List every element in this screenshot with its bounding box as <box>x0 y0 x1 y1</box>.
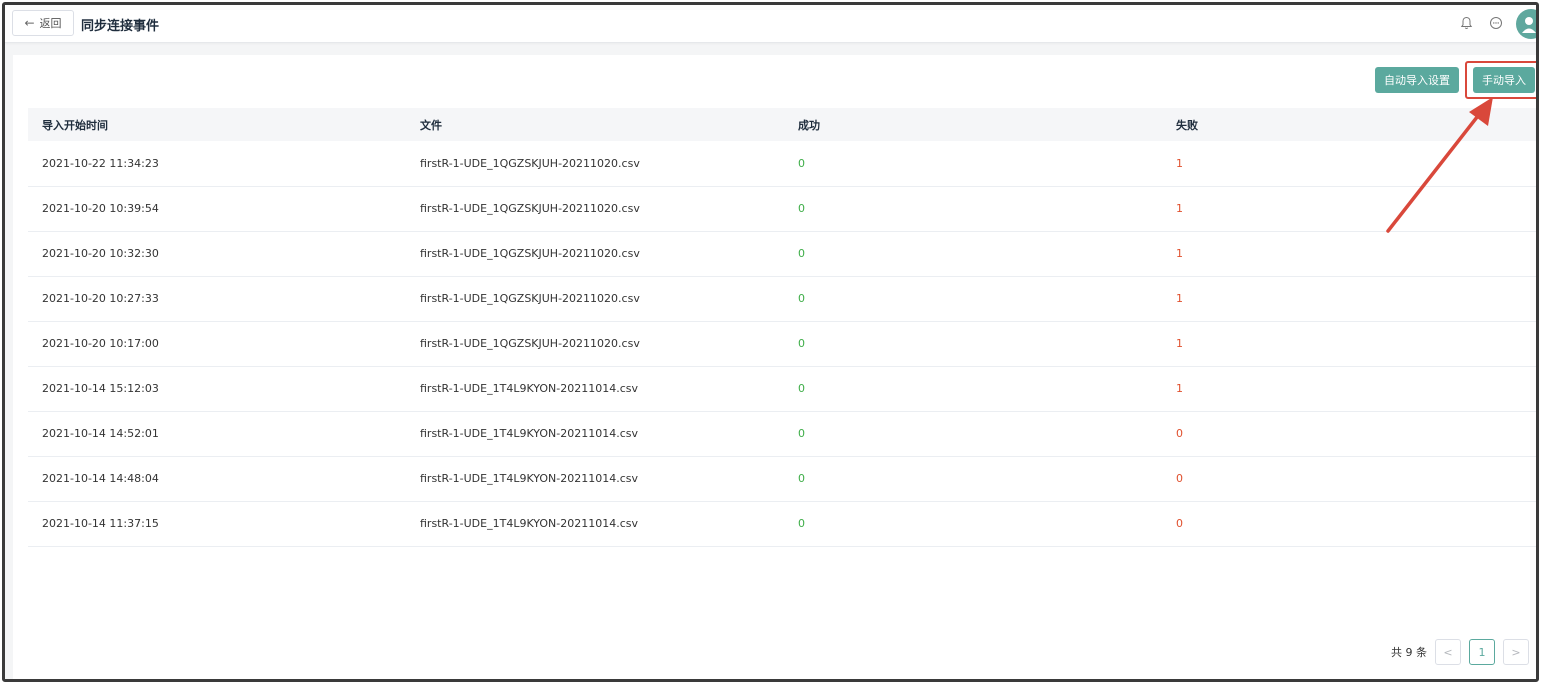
table-row: 2021-10-14 14:52:01 firstR-1-UDE_1T4L9KY… <box>28 411 1536 457</box>
cell-file: firstR-1-UDE_1QGZSKJUH-20211020.csv <box>406 321 784 367</box>
column-header-success: 成功 <box>784 108 1162 141</box>
next-page-button[interactable]: > <box>1503 639 1529 665</box>
table-row: 2021-10-14 15:12:03 firstR-1-UDE_1T4L9KY… <box>28 366 1536 412</box>
prev-page-button[interactable]: < <box>1435 639 1461 665</box>
cell-fail: 0 <box>1162 456 1536 502</box>
column-header-fail: 失败 <box>1162 108 1536 141</box>
cell-file: firstR-1-UDE_1T4L9KYON-20211014.csv <box>406 411 784 457</box>
cell-success: 0 <box>784 186 1162 232</box>
app-window: ← 返回 同步连接事件 自动导入设置 手动导入 导入开始时间 文件 成功 失败 … <box>2 2 1539 682</box>
cell-start-time: 2021-10-22 11:34:23 <box>28 141 406 187</box>
cell-fail: 1 <box>1162 276 1536 322</box>
column-header-file: 文件 <box>406 108 784 141</box>
cell-fail: 1 <box>1162 231 1536 277</box>
cell-success: 0 <box>784 501 1162 547</box>
cell-file: firstR-1-UDE_1QGZSKJUH-20211020.csv <box>406 141 784 187</box>
cell-start-time: 2021-10-20 10:27:33 <box>28 276 406 322</box>
cell-fail: 1 <box>1162 186 1536 232</box>
chat-bubble-icon[interactable] <box>1488 15 1504 31</box>
table-row: 2021-10-22 11:34:23 firstR-1-UDE_1QGZSKJ… <box>28 141 1536 187</box>
cell-file: firstR-1-UDE_1QGZSKJUH-20211020.csv <box>406 186 784 232</box>
cell-fail: 1 <box>1162 141 1536 187</box>
column-header-start-time: 导入开始时间 <box>28 108 406 141</box>
pagination: 共 9 条 < 1 > <box>1391 639 1529 665</box>
page-number-button[interactable]: 1 <box>1469 639 1495 665</box>
cell-fail: 0 <box>1162 501 1536 547</box>
table-row: 2021-10-20 10:32:30 firstR-1-UDE_1QGZSKJ… <box>28 231 1536 277</box>
cell-success: 0 <box>784 276 1162 322</box>
top-bar: ← 返回 同步连接事件 <box>5 5 1536 43</box>
cell-fail: 1 <box>1162 321 1536 367</box>
cell-fail: 1 <box>1162 366 1536 412</box>
cell-file: firstR-1-UDE_1T4L9KYON-20211014.csv <box>406 366 784 412</box>
table-header-row: 导入开始时间 文件 成功 失败 <box>28 108 1536 141</box>
cell-start-time: 2021-10-14 14:48:04 <box>28 456 406 502</box>
arrow-left-icon: ← <box>24 16 35 30</box>
user-avatar[interactable] <box>1516 9 1536 39</box>
auto-import-settings-button[interactable]: 自动导入设置 <box>1375 67 1459 93</box>
cell-start-time: 2021-10-14 14:52:01 <box>28 411 406 457</box>
manual-import-button[interactable]: 手动导入 <box>1473 67 1535 93</box>
cell-start-time: 2021-10-14 11:37:15 <box>28 501 406 547</box>
main-content: 自动导入设置 手动导入 导入开始时间 文件 成功 失败 2021-10-22 1… <box>13 55 1536 679</box>
cell-success: 0 <box>784 411 1162 457</box>
table-row: 2021-10-20 10:17:00 firstR-1-UDE_1QGZSKJ… <box>28 321 1536 367</box>
cell-file: firstR-1-UDE_1T4L9KYON-20211014.csv <box>406 501 784 547</box>
chevron-left-icon: < <box>1443 645 1453 659</box>
cell-success: 0 <box>784 321 1162 367</box>
chevron-right-icon: > <box>1511 645 1521 659</box>
cell-success: 0 <box>784 366 1162 412</box>
table-row: 2021-10-14 11:37:15 firstR-1-UDE_1T4L9KY… <box>28 501 1536 547</box>
bell-icon[interactable] <box>1458 15 1474 31</box>
cell-file: firstR-1-UDE_1QGZSKJUH-20211020.csv <box>406 276 784 322</box>
table-row: 2021-10-20 10:39:54 firstR-1-UDE_1QGZSKJ… <box>28 186 1536 232</box>
pagination-total: 共 9 条 <box>1391 646 1427 659</box>
cell-fail: 0 <box>1162 411 1536 457</box>
cell-start-time: 2021-10-14 15:12:03 <box>28 366 406 412</box>
cell-success: 0 <box>784 456 1162 502</box>
back-button-label: 返回 <box>39 17 62 30</box>
table-row: 2021-10-20 10:27:33 firstR-1-UDE_1QGZSKJ… <box>28 276 1536 322</box>
cell-file: firstR-1-UDE_1QGZSKJUH-20211020.csv <box>406 231 784 277</box>
cell-start-time: 2021-10-20 10:39:54 <box>28 186 406 232</box>
cell-success: 0 <box>784 141 1162 187</box>
table-row: 2021-10-14 14:48:04 firstR-1-UDE_1T4L9KY… <box>28 456 1536 502</box>
cell-file: firstR-1-UDE_1T4L9KYON-20211014.csv <box>406 456 784 502</box>
page-title: 同步连接事件 <box>81 19 160 34</box>
cell-start-time: 2021-10-20 10:17:00 <box>28 321 406 367</box>
import-events-table: 导入开始时间 文件 成功 失败 2021-10-22 11:34:23 firs… <box>28 108 1536 547</box>
cell-success: 0 <box>784 231 1162 277</box>
cell-start-time: 2021-10-20 10:32:30 <box>28 231 406 277</box>
back-button[interactable]: ← 返回 <box>12 10 74 36</box>
